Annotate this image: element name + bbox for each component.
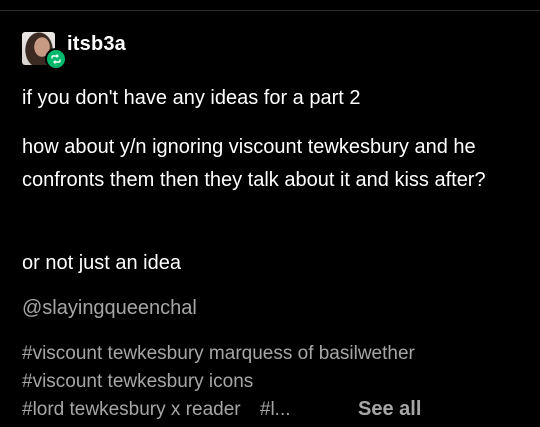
post-header: itsb3a [22, 32, 126, 70]
tag-link[interactable]: #viscount tewkesbury marquess of basilwe… [22, 343, 415, 364]
reblog-icon [45, 48, 67, 70]
username-link[interactable]: itsb3a [67, 33, 126, 56]
avatar[interactable] [22, 32, 67, 70]
tag-link[interactable]: #l... [260, 399, 291, 420]
post-paragraph: how about y/n ignoring viscount tewkesbu… [22, 136, 486, 191]
tag-link[interactable]: #viscount tewkesbury icons [22, 371, 253, 392]
top-divider [0, 10, 540, 11]
see-all-tags-button[interactable]: See all [358, 398, 421, 421]
mention-link[interactable]: @slayingqueenchal [22, 297, 197, 320]
post-paragraph: or not just an idea [22, 252, 181, 274]
tag-list: #viscount tewkesbury marquess of basilwe… [22, 340, 527, 424]
tag-link[interactable]: #lord tewkesbury x reader [22, 399, 241, 420]
post-paragraph: if you don't have any ideas for a part 2 [22, 87, 361, 109]
